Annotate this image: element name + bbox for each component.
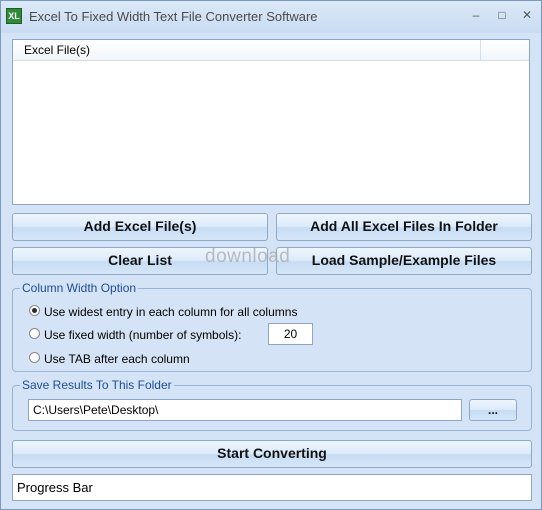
maximize-icon[interactable]: □ <box>491 6 513 24</box>
add-excel-files-button[interactable]: Add Excel File(s) <box>12 213 268 241</box>
radio-checked-icon[interactable] <box>29 305 40 317</box>
radio-unchecked-icon[interactable] <box>29 328 40 340</box>
browse-folder-button[interactable]: ... <box>469 399 517 421</box>
main-content: Excel File(s) Add Excel File(s) Add All … <box>1 33 541 509</box>
load-sample-files-button[interactable]: Load Sample/Example Files <box>276 247 532 275</box>
column-width-option-group: Column Width Option Use widest entry in … <box>12 281 532 372</box>
fixed-width-input[interactable]: 20 <box>268 323 313 345</box>
close-icon[interactable]: ✕ <box>516 6 538 24</box>
progress-bar: Progress Bar <box>12 474 532 501</box>
radio-fixed-width-label: Use fixed width (number of symbols): <box>44 327 242 342</box>
radio-widest-entry-label: Use widest entry in each column for all … <box>44 304 298 319</box>
window-title: Excel To Fixed Width Text File Converter… <box>29 9 318 24</box>
output-folder-input[interactable]: C:\Users\Pete\Desktop\ <box>28 399 462 421</box>
save-results-folder-title: Save Results To This Folder <box>20 378 174 392</box>
radio-widest-entry[interactable]: Use widest entry in each column for all … <box>29 303 297 319</box>
list-header: Excel File(s) <box>13 40 529 61</box>
add-all-excel-files-in-folder-button[interactable]: Add All Excel Files In Folder <box>276 213 532 241</box>
minimize-icon[interactable]: – <box>465 6 487 24</box>
radio-tab-label: Use TAB after each column <box>44 351 190 366</box>
title-bar[interactable]: XL Excel To Fixed Width Text File Conver… <box>1 1 541 33</box>
radio-tab-after-column[interactable]: Use TAB after each column <box>29 350 190 366</box>
excel-app-icon: XL <box>6 8 22 24</box>
column-width-option-title: Column Width Option <box>20 281 139 295</box>
start-converting-button[interactable]: Start Converting <box>12 440 532 468</box>
app-window: XL Excel To Fixed Width Text File Conver… <box>0 0 542 510</box>
radio-fixed-width[interactable]: Use fixed width (number of symbols): <box>29 326 241 342</box>
download-watermark: download <box>205 246 291 267</box>
radio-unchecked-icon[interactable] <box>29 352 40 364</box>
excel-files-list[interactable]: Excel File(s) <box>12 39 530 205</box>
column-header-excel-files[interactable]: Excel File(s) <box>13 40 481 60</box>
save-results-folder-group: Save Results To This Folder C:\Users\Pet… <box>12 378 532 431</box>
